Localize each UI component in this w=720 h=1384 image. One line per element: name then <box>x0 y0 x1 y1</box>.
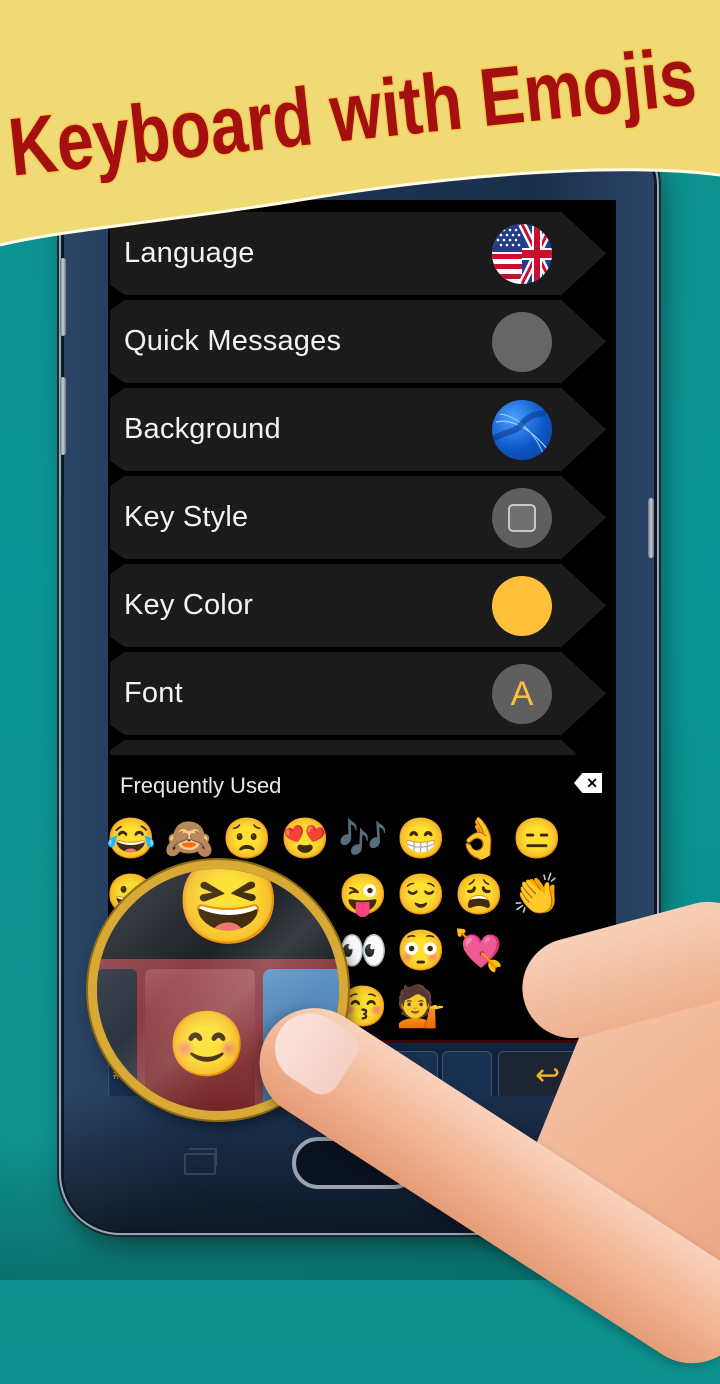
emoji-item[interactable]: 😌 <box>392 866 450 924</box>
settings-item-label: Font <box>124 677 183 709</box>
emoji-item[interactable]: 👌 <box>450 810 508 868</box>
settings-item-key-color[interactable]: Key Color <box>110 564 606 647</box>
font-letter-icon: A <box>492 664 552 724</box>
settings-item-font[interactable]: Font A <box>110 652 606 735</box>
emoji-item[interactable]: 🎶 <box>334 810 392 868</box>
settings-item-partial[interactable] <box>110 740 606 755</box>
emoji-item[interactable]: 💁 <box>392 978 450 1036</box>
settings-item-label: Quick Messages <box>124 325 342 357</box>
volume-down-button <box>60 377 66 455</box>
settings-list: Language Quick Messages Background Key S… <box>108 200 616 755</box>
power-button <box>648 498 654 558</box>
grey-circle-icon <box>492 312 552 372</box>
recent-apps-icon[interactable] <box>184 1148 217 1175</box>
settings-item-label: Key Style <box>124 501 249 533</box>
yellow-color-swatch-icon <box>492 576 552 636</box>
emoji-item[interactable]: 💘 <box>450 922 508 980</box>
emoji-item[interactable]: 😍 <box>276 810 334 868</box>
settings-item-quick-messages[interactable]: Quick Messages <box>110 300 606 383</box>
emoji-item[interactable]: 😁 <box>392 810 450 868</box>
emoji-item[interactable]: 👏 <box>508 866 566 924</box>
enter-arrow-icon: ↩ <box>535 1059 561 1092</box>
emoji-item[interactable]: 😂 <box>108 810 160 868</box>
title-banner: Keyboard with Emojis <box>0 0 720 250</box>
backspace-icon[interactable]: ✕ <box>574 773 602 793</box>
settings-item-background[interactable]: Background <box>110 388 606 471</box>
emoji-item[interactable]: 😳 <box>392 922 450 980</box>
settings-item-label: Background <box>124 413 281 445</box>
settings-item-label: Key Color <box>124 589 254 621</box>
volume-up-button <box>60 258 66 336</box>
emoji-item[interactable]: 😩 <box>450 866 508 924</box>
banner-title-text: Keyboard with Emojis <box>4 31 700 194</box>
settings-item-key-style[interactable]: Key Style <box>110 476 606 559</box>
emoji-item[interactable]: 😜 <box>334 866 392 924</box>
banner-title: Keyboard with Emojis <box>3 30 700 196</box>
key-style-square-icon <box>492 488 552 548</box>
category-label: Frequently Used <box>120 773 282 798</box>
globe-background-icon <box>492 400 552 460</box>
emoji-item[interactable]: 😑 <box>508 810 566 868</box>
